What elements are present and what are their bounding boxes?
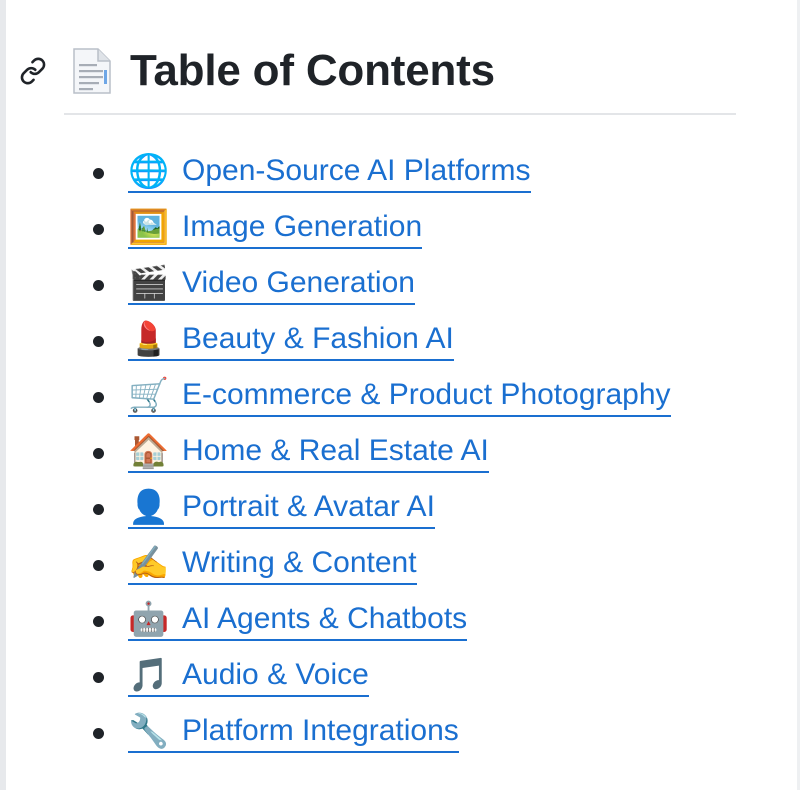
bullet-icon bbox=[93, 560, 104, 571]
page-facing-up-icon bbox=[66, 46, 116, 96]
bullet-icon bbox=[93, 504, 104, 515]
toc-list-item: 🏠 Home & Real Estate AI bbox=[0, 424, 671, 480]
toc-link[interactable]: 💄 Beauty & Fashion AI bbox=[128, 319, 454, 361]
toc-emoji-icon: ✍️ bbox=[128, 543, 170, 582]
toc-emoji-icon: 🔧 bbox=[128, 711, 170, 750]
toc-list-item: 🛒 E-commerce & Product Photography bbox=[0, 368, 671, 424]
toc-list-item: 🔧 Platform Integrations bbox=[0, 704, 671, 760]
table-of-contents-list: 🌐 Open-Source AI Platforms 🖼️ Image Generat… bbox=[0, 144, 671, 760]
toc-list-item: 💄 Beauty & Fashion AI bbox=[0, 312, 671, 368]
link-icon[interactable] bbox=[18, 56, 48, 86]
toc-emoji-icon: 🏠 bbox=[128, 431, 170, 470]
toc-link-label: Beauty & Fashion AI bbox=[182, 322, 454, 355]
toc-emoji-icon: 🤖 bbox=[128, 599, 170, 638]
toc-link[interactable]: ✍️ Writing & Content bbox=[128, 543, 417, 585]
bullet-icon bbox=[93, 336, 104, 347]
toc-link-label: Video Generation bbox=[182, 266, 415, 299]
toc-emoji-icon: 🌐 bbox=[128, 151, 170, 190]
toc-emoji-icon: 🎬 bbox=[128, 263, 170, 302]
bullet-icon bbox=[93, 392, 104, 403]
toc-link-label: Platform Integrations bbox=[182, 714, 459, 747]
toc-link-label: Audio & Voice bbox=[182, 658, 369, 691]
toc-link-label: Home & Real Estate AI bbox=[182, 434, 489, 467]
toc-emoji-icon: 🎵 bbox=[128, 655, 170, 694]
page-title: Table of Contents bbox=[130, 46, 495, 95]
toc-link[interactable]: 🎵 Audio & Voice bbox=[128, 655, 369, 697]
bullet-icon bbox=[93, 224, 104, 235]
toc-link[interactable]: 👤 Portrait & Avatar AI bbox=[128, 487, 435, 529]
toc-link-label: E-commerce & Product Photography bbox=[182, 378, 671, 411]
toc-link[interactable]: 🖼️ Image Generation bbox=[128, 207, 423, 249]
toc-emoji-icon: 🛒 bbox=[128, 375, 170, 414]
bullet-icon bbox=[93, 448, 104, 459]
toc-link-label: Portrait & Avatar AI bbox=[182, 490, 435, 523]
bullet-icon bbox=[93, 728, 104, 739]
section-heading: Table of Contents bbox=[18, 36, 495, 106]
toc-link-label: AI Agents & Chatbots bbox=[182, 602, 468, 635]
toc-emoji-icon: 💄 bbox=[128, 319, 170, 358]
toc-list-item: 🤖 AI Agents & Chatbots bbox=[0, 592, 671, 648]
toc-list-item: 🌐 Open-Source AI Platforms bbox=[0, 144, 671, 200]
toc-list-item: ✍️ Writing & Content bbox=[0, 536, 671, 592]
toc-list-item: 🎬 Video Generation bbox=[0, 256, 671, 312]
toc-emoji-icon: 👤 bbox=[128, 487, 170, 526]
toc-list-item: 👤 Portrait & Avatar AI bbox=[0, 480, 671, 536]
toc-link[interactable]: 🏠 Home & Real Estate AI bbox=[128, 431, 489, 473]
toc-link[interactable]: 🤖 AI Agents & Chatbots bbox=[128, 599, 468, 641]
toc-link-label: Open-Source AI Platforms bbox=[182, 154, 531, 187]
toc-emoji-icon: 🖼️ bbox=[128, 207, 170, 246]
toc-link-label: Writing & Content bbox=[182, 546, 417, 579]
heading-divider bbox=[64, 113, 736, 115]
toc-link[interactable]: 🎬 Video Generation bbox=[128, 263, 415, 305]
bullet-icon bbox=[93, 616, 104, 627]
toc-link[interactable]: 🌐 Open-Source AI Platforms bbox=[128, 151, 531, 193]
toc-link[interactable]: 🔧 Platform Integrations bbox=[128, 711, 459, 753]
toc-link-label: Image Generation bbox=[182, 210, 423, 243]
toc-link[interactable]: 🛒 E-commerce & Product Photography bbox=[128, 375, 671, 417]
bullet-icon bbox=[93, 280, 104, 291]
bullet-icon bbox=[93, 672, 104, 683]
toc-list-item: 🖼️ Image Generation bbox=[0, 200, 671, 256]
toc-list-item: 🎵 Audio & Voice bbox=[0, 648, 671, 704]
bullet-icon bbox=[93, 168, 104, 179]
